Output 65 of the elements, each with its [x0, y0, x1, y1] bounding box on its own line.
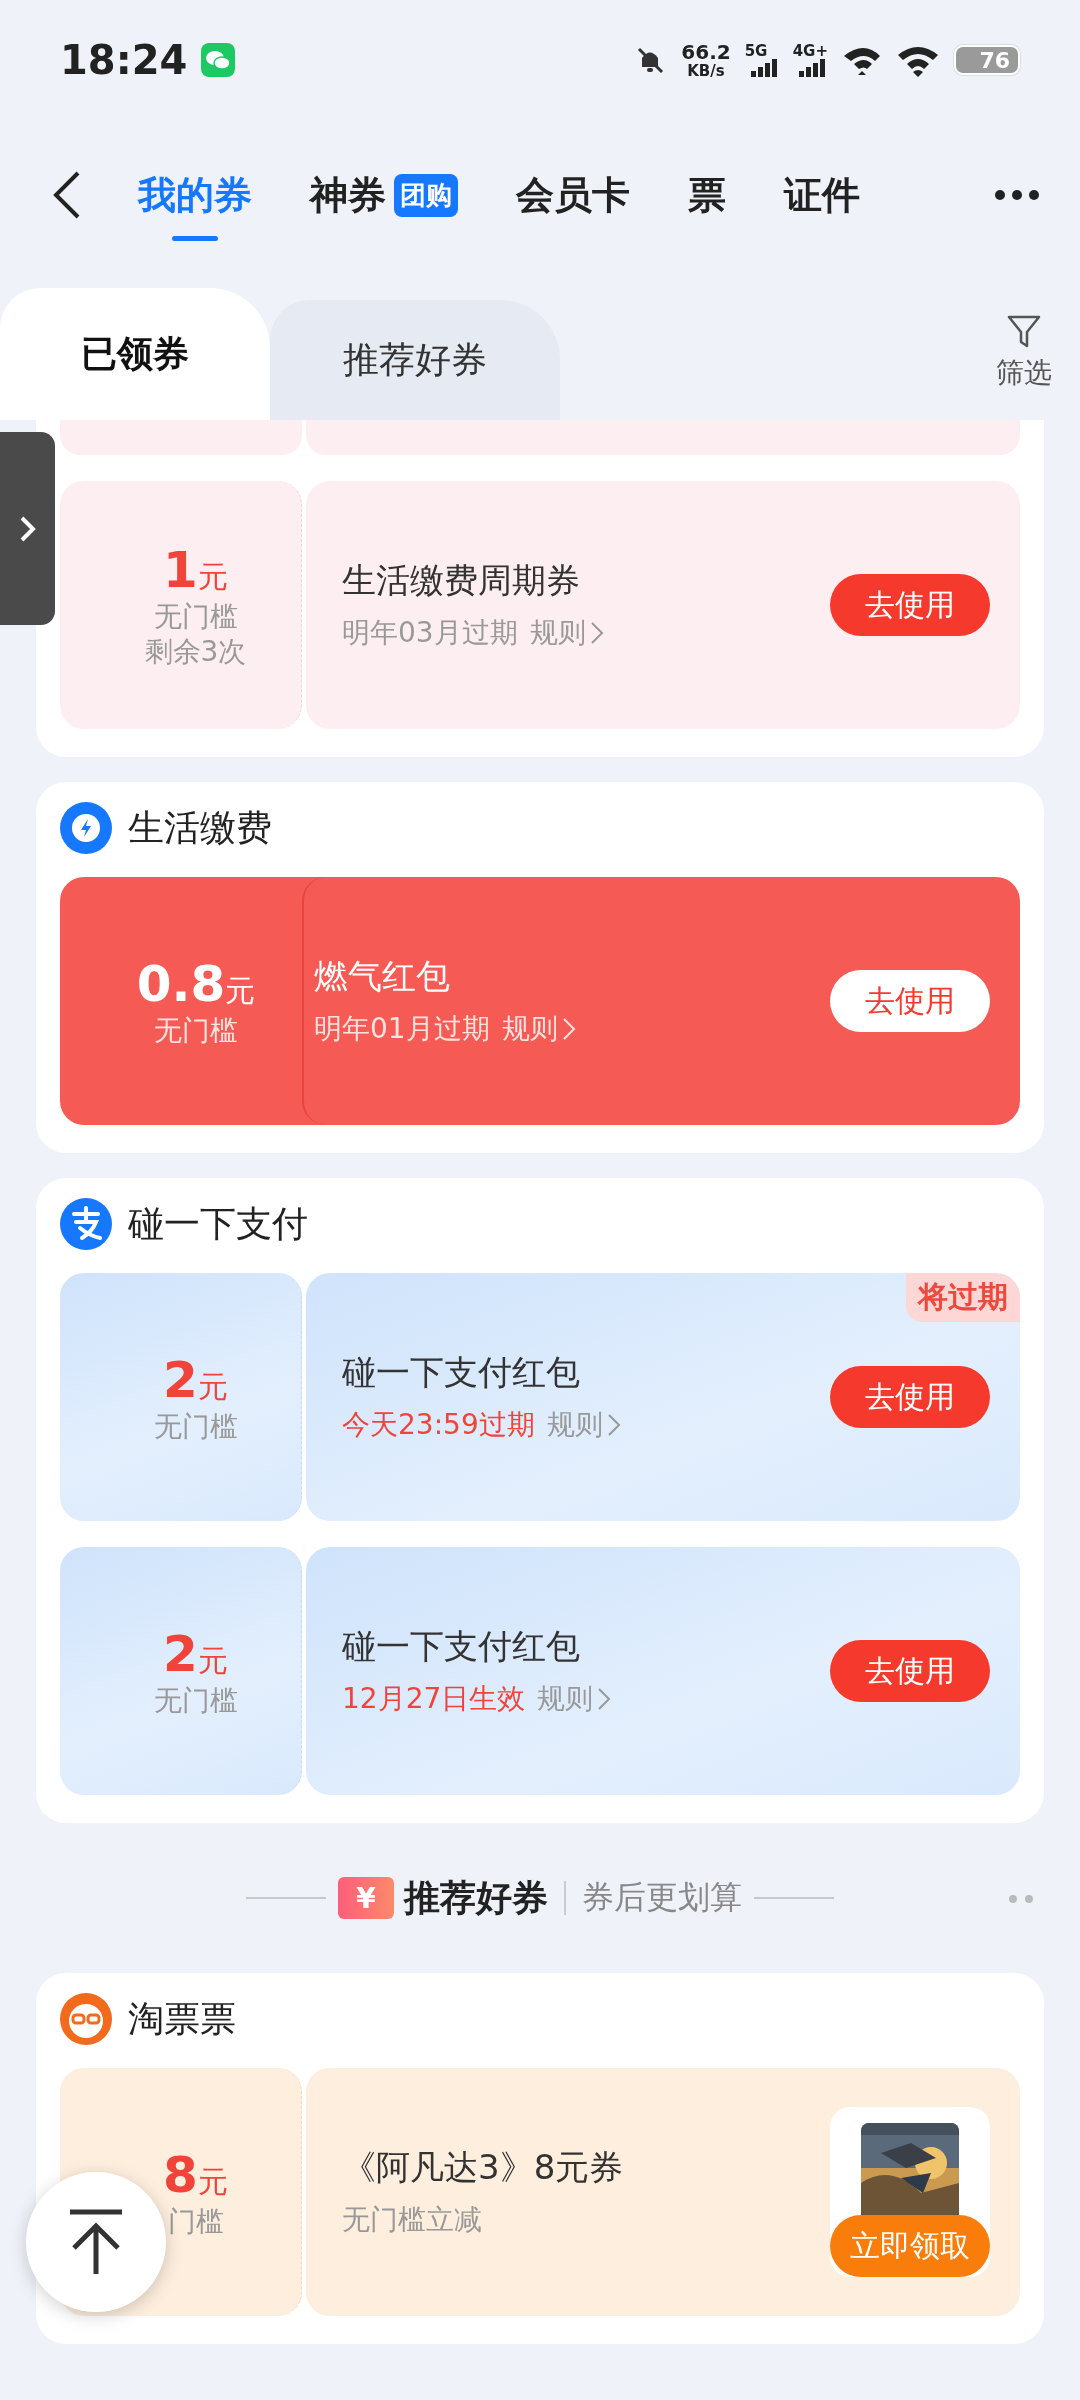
- network-type: 4G+: [792, 43, 828, 59]
- clock-time: 18:24: [60, 37, 188, 83]
- validity-date: 今天23:59过期: [342, 1407, 535, 1443]
- coupon-amount: 0.8元: [136, 954, 256, 1013]
- use-button[interactable]: 去使用: [830, 1366, 990, 1428]
- section-subtitle: 券后更划算: [582, 1877, 742, 1918]
- use-button[interactable]: 去使用: [830, 574, 990, 636]
- coupon-condition: 无门槛: [154, 1012, 238, 1048]
- group-title: 生活缴费: [128, 805, 272, 850]
- validity-date: 12月27日生效: [342, 1681, 526, 1717]
- claim-button[interactable]: 立即领取: [830, 2215, 990, 2277]
- dots-icon[interactable]: [1008, 1894, 1036, 1904]
- rules-link[interactable]: 规则: [529, 614, 604, 652]
- network-type: 5G: [744, 43, 768, 59]
- coupon-title: 《阿凡达3》8元券: [342, 2146, 625, 2189]
- chevron-icon: [597, 1687, 612, 1711]
- filter-button[interactable]: 筛选: [996, 314, 1052, 392]
- network-speed: 66.2: [681, 41, 731, 62]
- group-title: 淘票票: [128, 1996, 236, 2041]
- chevron-icon: [18, 514, 37, 543]
- more-icon[interactable]: [994, 189, 1040, 201]
- expiring-tag: 将过期: [906, 1273, 1020, 1322]
- coupon-title: 碰一下支付红包: [342, 1625, 581, 1668]
- coupon-condition: 门槛: [167, 2203, 224, 2239]
- chevron-icon: [589, 621, 604, 645]
- bolt-icon: [60, 802, 112, 854]
- coupon-title: 燃气红包: [314, 955, 451, 998]
- nav-tab[interactable]: 神券 团购: [310, 145, 458, 245]
- coupon-amount: 2元: [163, 1350, 228, 1409]
- group-buy-badge: 团购: [394, 173, 458, 217]
- nav-tab[interactable]: 证件: [784, 145, 860, 245]
- glasses-face-icon: [60, 1993, 112, 2045]
- coupon-condition: 无门槛: [153, 1408, 238, 1444]
- speed-unit: KB/s: [687, 63, 725, 79]
- filter-icon: [1007, 314, 1041, 350]
- nav-tab[interactable]: 我的券: [138, 145, 252, 245]
- list-tab[interactable]: 推荐好券: [270, 300, 560, 420]
- coupon-condition: 无门槛: [153, 1682, 238, 1718]
- pay-logo-icon: [60, 1198, 112, 1250]
- coupon-condition: 剩余3次: [144, 634, 247, 669]
- group-title: 碰一下支付: [128, 1201, 308, 1246]
- rules-link[interactable]: 规则: [537, 1680, 612, 1718]
- nav-tab[interactable]: 会员卡: [516, 145, 630, 245]
- chat-app-icon: [201, 43, 236, 77]
- section-heading: 推荐好券: [404, 1875, 548, 1920]
- battery-level: 76: [954, 45, 1020, 75]
- coupon-amount: 1元: [163, 541, 228, 599]
- rules-link[interactable]: 规则: [546, 1406, 621, 1444]
- list-tab[interactable]: 已领券: [0, 288, 270, 420]
- side-handle[interactable]: [0, 432, 55, 625]
- use-button[interactable]: 去使用: [830, 1640, 990, 1702]
- coupon-amount: 8元: [163, 2145, 228, 2204]
- chevron-icon: [561, 1017, 576, 1041]
- coupon-title: 碰一下支付红包: [342, 1351, 581, 1394]
- coupon-subtitle: 无门槛立减: [342, 2202, 483, 2238]
- nav-tab[interactable]: 票: [688, 145, 726, 245]
- rules-link[interactable]: 规则: [501, 1010, 576, 1048]
- validity-date: 明年01月过期: [314, 1011, 490, 1047]
- use-button[interactable]: 去使用: [830, 970, 990, 1032]
- coupon-condition: 无门槛: [153, 599, 238, 634]
- chevron-icon: [606, 1413, 621, 1437]
- yen-ticket-icon: ¥: [338, 1877, 394, 1919]
- coupon-amount: 2元: [163, 1624, 228, 1683]
- validity-date: 明年03月过期: [342, 615, 518, 651]
- coupon-title: 生活缴费周期券: [342, 559, 581, 602]
